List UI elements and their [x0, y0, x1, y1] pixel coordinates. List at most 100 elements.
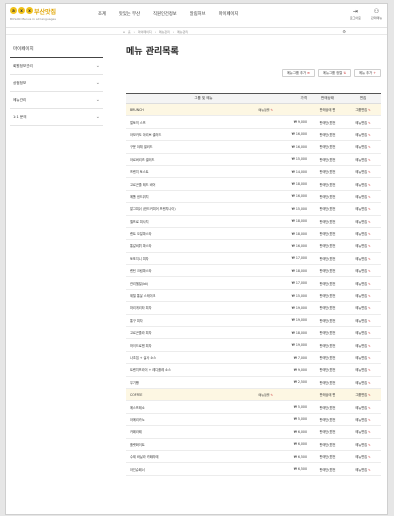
edit-button[interactable]: 메뉴편집 ✎: [345, 367, 381, 372]
status-cell[interactable]: 판매단(원전: [310, 231, 345, 236]
status-cell[interactable]: 판매단(원전: [310, 467, 345, 472]
nav-item[interactable]: 맛있는 부산: [119, 11, 140, 17]
status-cell[interactable]: 판매단(원전: [310, 355, 345, 360]
status-cell[interactable]: 판매단(원전: [310, 219, 345, 224]
pencil-icon: ✎: [368, 343, 371, 348]
edit-button[interactable]: 메뉴편집 ✎: [345, 132, 381, 137]
price-cell: ₩ 19,000: [291, 343, 307, 348]
menu-name: 구운 야채 샐러드: [130, 145, 153, 150]
table-row: 관리헬릴(Idi) ₩ 17,000 판매단(원전 메뉴편집 ✎: [126, 277, 381, 290]
status-cell[interactable]: 판매단(원전: [310, 256, 345, 261]
nav-item[interactable]: 알림허브: [190, 11, 206, 17]
status-cell[interactable]: 판매단(원전: [310, 120, 345, 125]
edit-button[interactable]: 메뉴편집 ✎: [345, 355, 381, 360]
edit-button[interactable]: 메뉴편집 ✎: [345, 417, 381, 422]
status-cell[interactable]: 판매단(원전: [310, 182, 345, 187]
edit-button[interactable]: 그룹편집 ✎: [345, 107, 381, 112]
edit-label: 메뉴편집: [355, 244, 368, 249]
breadcrumb-item[interactable]: 마이페이지: [138, 30, 152, 34]
nav-item[interactable]: 직원인건정보: [153, 11, 177, 17]
edit-button[interactable]: 메뉴편집 ✎: [345, 268, 381, 273]
sort-menu-link[interactable]: 메뉴정렬 ✎: [258, 393, 273, 397]
edit-button[interactable]: 메뉴편집 ✎: [345, 454, 381, 459]
breadcrumb-item[interactable]: 메뉴관리: [159, 30, 170, 34]
status-cell[interactable]: 판매단(원전: [310, 405, 345, 410]
status-cell[interactable]: 판매단(원전: [310, 268, 345, 273]
status-cell[interactable]: 판매단(원전: [310, 206, 345, 211]
status-cell[interactable]: 판매상태 편: [310, 392, 345, 397]
share-icon[interactable]: ⚙: [342, 29, 346, 34]
edit-button[interactable]: 그룹편집 ✎: [345, 392, 381, 397]
status-cell[interactable]: 판매단(원전: [310, 380, 345, 385]
edit-button[interactable]: 메뉴편집 ✎: [345, 231, 381, 236]
edit-button[interactable]: 메뉴편집 ✎: [345, 380, 381, 385]
breadcrumb-item[interactable]: 홈: [128, 30, 131, 34]
menu-name: 통구 피자: [130, 318, 143, 323]
status-cell[interactable]: 판매단(원전: [310, 144, 345, 149]
logout-button[interactable]: ⇥ 로그아웃: [350, 8, 361, 20]
edit-button[interactable]: 메뉴편집 ✎: [345, 206, 381, 211]
admin-menu-button[interactable]: ⚇ 관리메뉴: [371, 8, 382, 20]
edit-button[interactable]: 메뉴편집 ✎: [345, 318, 381, 323]
nav-item[interactable]: 조계: [98, 11, 106, 17]
nav-item[interactable]: 마이페이지: [219, 11, 239, 17]
home-icon[interactable]: ⌂: [123, 30, 125, 34]
breadcrumb-item[interactable]: 메뉴관리: [177, 30, 188, 34]
status-cell[interactable]: 판매단(원전: [310, 417, 345, 422]
status-cell[interactable]: 판매단(원전: [310, 367, 345, 372]
status-cell[interactable]: 판매단(원전: [310, 442, 345, 447]
edit-button[interactable]: 메뉴편집 ✎: [345, 144, 381, 149]
table-row: 나초칩 + 살사 소스 ₩ 7,000 판매단(원전 메뉴편집 ✎: [126, 352, 381, 365]
table-row: 카페라떼 ₩ 6,000 판매단(원전 메뉴편집 ✎: [126, 426, 381, 439]
status-cell[interactable]: 판매단(원전: [310, 132, 345, 137]
status-cell[interactable]: 판매상태 편: [310, 107, 345, 112]
add-menu-button[interactable]: 메뉴 추가 +: [353, 69, 381, 77]
status-cell[interactable]: 판매단(원전: [310, 281, 345, 286]
table-row: 제철 통살 스테이크 ₩ 15,000 판매단(원전 메뉴편집 ✎: [126, 290, 381, 303]
edit-button[interactable]: 메뉴편집 ✎: [345, 157, 381, 162]
price-cell: ₩ 17,000: [291, 256, 307, 261]
status-cell[interactable]: 판매단(원전: [310, 454, 345, 459]
price-cell: ₩ 16,000: [291, 243, 307, 248]
status-cell[interactable]: 판매단(원전: [310, 305, 345, 310]
edit-button[interactable]: 메뉴편집 ✎: [345, 169, 381, 174]
sort-group-button[interactable]: 메뉴그룹 정렬 ⇅: [317, 69, 351, 77]
edit-label: 메뉴편집: [355, 467, 368, 472]
edit-label: 메뉴편집: [355, 368, 368, 373]
status-cell[interactable]: 판매단(원전: [310, 330, 345, 335]
sort-menu-link[interactable]: 메뉴정렬 ✎: [258, 108, 273, 112]
edit-label: 메뉴편집: [355, 306, 368, 311]
add-group-button[interactable]: 메뉴그룹 추가 ⊕: [281, 69, 315, 77]
status-cell[interactable]: 판매단(원전: [310, 293, 345, 298]
status-cell[interactable]: 판매단(원전: [310, 169, 345, 174]
status-cell[interactable]: 판매단(원전: [310, 318, 345, 323]
edit-button[interactable]: 메뉴편집 ✎: [345, 120, 381, 125]
sidebar-item-member[interactable]: 회원정보관리 ⌄: [10, 58, 103, 75]
edit-button[interactable]: 메뉴편집 ✎: [345, 343, 381, 348]
edit-button[interactable]: 메뉴편집 ✎: [345, 194, 381, 199]
status-cell[interactable]: 판매단(원전: [310, 243, 345, 248]
status-cell[interactable]: 판매단(원전: [310, 194, 345, 199]
edit-button[interactable]: 메뉴편집 ✎: [345, 442, 381, 447]
logo[interactable]: a x x 부산맛집 BUSAN Menus in all languages: [10, 7, 66, 25]
edit-button[interactable]: 메뉴편집 ✎: [345, 182, 381, 187]
sidebar-item-menu[interactable]: 메뉴관리 ⌄: [10, 92, 103, 109]
edit-button[interactable]: 메뉴편집 ✎: [345, 293, 381, 298]
sidebar-item-store[interactable]: 상점정보 ⌄: [10, 75, 103, 92]
edit-button[interactable]: 메뉴편집 ✎: [345, 281, 381, 286]
edit-button[interactable]: 메뉴편집 ✎: [345, 243, 381, 248]
status-cell[interactable]: 판매단(원전: [310, 429, 345, 434]
edit-button[interactable]: 메뉴편집 ✎: [345, 429, 381, 434]
menu-cell: 고르곤졸 레드 비어: [126, 182, 277, 187]
edit-button[interactable]: 메뉴편집 ✎: [345, 256, 381, 261]
menu-name: 관리헬릴(Idi): [130, 281, 149, 286]
edit-button[interactable]: 메뉴편집 ✎: [345, 219, 381, 224]
edit-button[interactable]: 메뉴편집 ✎: [345, 467, 381, 472]
status-cell[interactable]: 판매단(원전: [310, 157, 345, 162]
edit-button[interactable]: 메뉴편집 ✎: [345, 330, 381, 335]
edit-button[interactable]: 메뉴편집 ✎: [345, 405, 381, 410]
status-cell[interactable]: 판매단(원전: [310, 343, 345, 348]
menu-name: 랜트 오일파스타: [130, 232, 152, 237]
edit-button[interactable]: 메뉴편집 ✎: [345, 305, 381, 310]
sidebar-item-inquiry[interactable]: 1:1 문의 ⌄: [10, 109, 103, 126]
